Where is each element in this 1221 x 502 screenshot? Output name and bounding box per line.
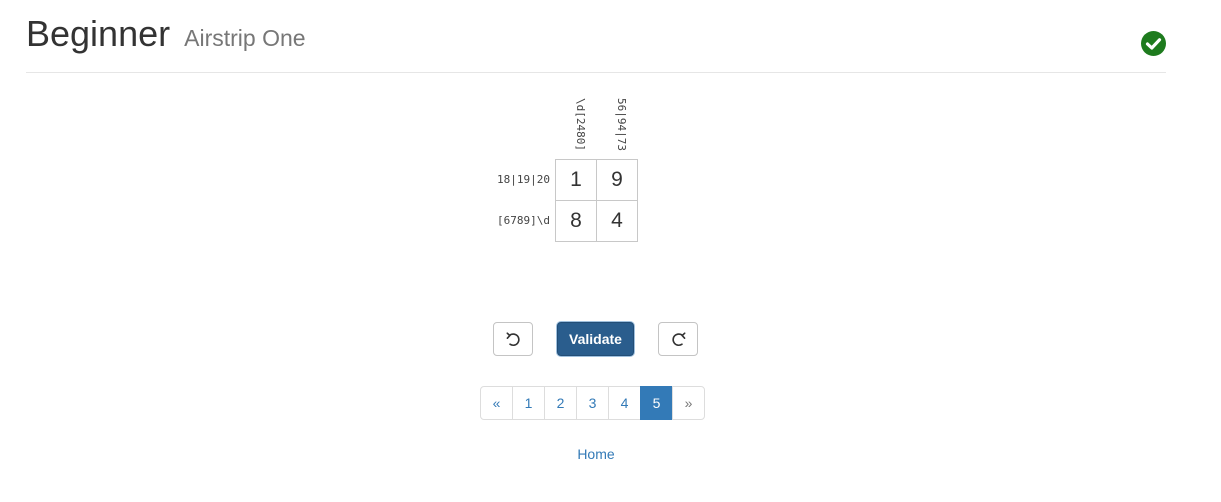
grid-cell-r2c2[interactable]: 4 [597,201,638,242]
pagination: « 1 2 3 4 5 » [480,386,705,420]
redo-button[interactable] [658,322,698,356]
pagination-page-4[interactable]: 4 [608,386,641,420]
pagination-next[interactable]: » [672,386,705,420]
pagination-page-1[interactable]: 1 [512,386,545,420]
column-clue-2-text: 56|94|73 [615,98,628,151]
pagination-page-5[interactable]: 5 [640,386,673,420]
home-link[interactable]: Home [560,446,632,462]
undo-button[interactable] [493,322,533,356]
grid-cell-r2c1[interactable]: 8 [556,201,597,242]
puzzle-grid: 1 9 8 4 [555,159,638,242]
page-title: Beginner Airstrip One [26,14,306,58]
redo-icon [672,332,686,347]
column-clue-2: 56|94|73 [601,98,641,156]
pagination-page-3[interactable]: 3 [576,386,609,420]
column-clue-1-text: \d[2480] [574,98,587,151]
undo-icon [506,332,520,347]
page: Beginner Airstrip One \d[2480] 56|94|73 … [0,0,1221,502]
row-clue-1: 18|19|20 [497,173,550,186]
validate-button[interactable]: Validate [557,322,634,356]
grid-cell-r1c2[interactable]: 9 [597,160,638,201]
row-clue-2: [6789]\d [497,214,550,227]
check-circle-icon [1141,31,1166,56]
header: Beginner Airstrip One [26,10,1166,73]
title-text: Beginner [26,13,171,54]
page-subtitle: Airstrip One [184,25,306,51]
pagination-prev[interactable]: « [480,386,513,420]
grid-cell-r1c1[interactable]: 1 [556,160,597,201]
pagination-page-2[interactable]: 2 [544,386,577,420]
column-clue-1: \d[2480] [560,98,600,156]
